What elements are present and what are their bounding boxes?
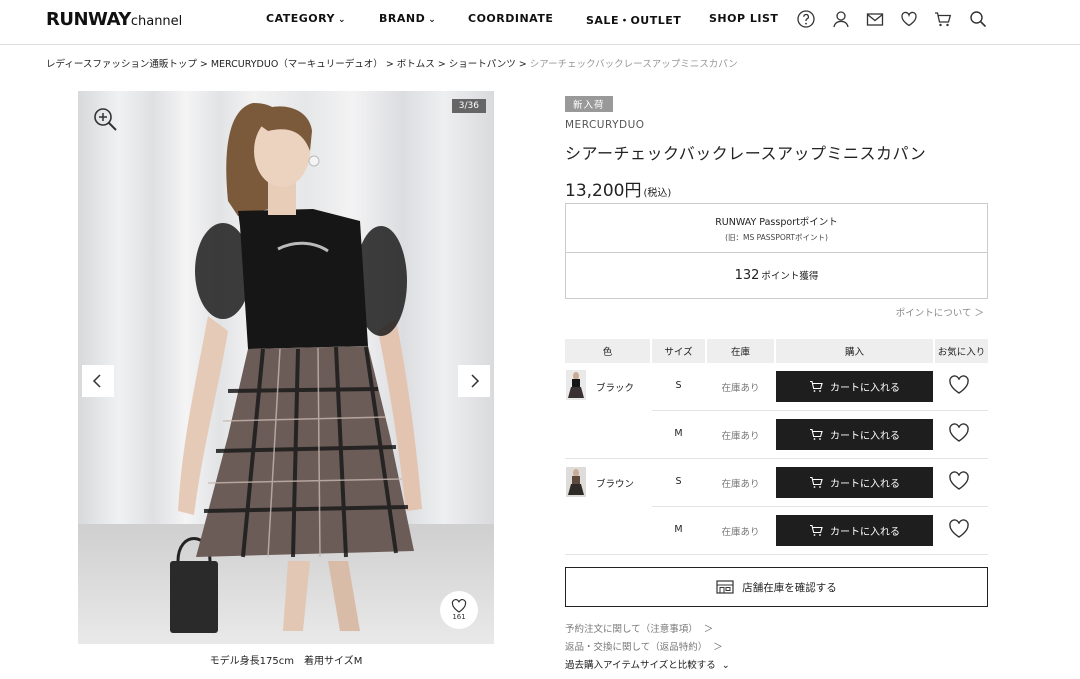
cart-icon — [810, 524, 823, 536]
cart-icon[interactable] — [933, 9, 953, 29]
col-buy: 購入 — [776, 339, 933, 363]
chevron-left-icon — [92, 374, 101, 388]
breadcrumb-shorts[interactable]: ショートパンツ — [449, 59, 516, 70]
product-title: シアーチェックバックレースアップミニスカパン — [565, 144, 927, 163]
cart-icon — [810, 428, 823, 440]
stock-status: 在庫あり — [721, 479, 760, 490]
model-caption: モデル身長175cm 着用サイズM — [209, 656, 363, 667]
add-to-cart-button[interactable]: カートに入れる — [776, 515, 933, 546]
add-to-cart-button[interactable]: カートに入れる — [776, 419, 933, 450]
user-icon[interactable] — [831, 9, 851, 29]
tax-note: (税込) — [643, 188, 672, 199]
points-box: RUNWAY Passportポイント (旧：MS PASSPORTポイント) … — [565, 203, 988, 299]
cart-icon — [810, 380, 823, 392]
prev-image-button[interactable] — [82, 365, 114, 397]
compare-size-link[interactable]: 過去購入アイテムサイズと比較する ⌄ — [565, 657, 730, 671]
mail-icon[interactable] — [865, 9, 885, 29]
color-swatch-black[interactable] — [566, 370, 586, 400]
favorite-heart-button[interactable] — [948, 423, 972, 445]
store-icon — [716, 580, 734, 594]
color-label-black: ブラック — [596, 383, 635, 394]
stock-status: 在庫あり — [721, 527, 760, 538]
points-about-link[interactable]: ポイントについて ＞ — [800, 305, 984, 319]
size-value: S — [675, 380, 682, 391]
points-earned: 132 ポイント獲得 — [734, 268, 819, 283]
brand-link[interactable]: MERCURYDUO — [565, 119, 645, 131]
row-divider — [565, 458, 988, 459]
add-to-cart-button[interactable]: カートに入れる — [776, 371, 933, 402]
product-image[interactable]: 3/36 161 — [78, 91, 494, 644]
stock-status: 在庫あり — [721, 431, 760, 442]
chevron-right-icon — [471, 374, 480, 388]
breadcrumb: レディースファッション通販トップ > MERCURYDUO（マーキュリーデュオ） > ボ… — [46, 59, 738, 70]
col-stock: 在庫 — [707, 339, 774, 363]
image-counter: 3/36 — [451, 99, 486, 113]
next-image-button[interactable] — [458, 365, 490, 397]
col-color: 色 — [565, 339, 650, 363]
row-divider — [652, 410, 988, 411]
favorite-button[interactable]: 161 — [440, 591, 478, 629]
row-divider — [652, 506, 988, 507]
help-icon[interactable] — [796, 9, 816, 29]
nav-coordinate[interactable]: COORDINATE — [468, 12, 553, 25]
site-logo[interactable]: RUNWAYchannel — [46, 9, 182, 30]
search-icon[interactable] — [968, 9, 988, 29]
col-favorite: お気に入り — [935, 339, 988, 363]
favorite-heart-button[interactable] — [948, 471, 972, 493]
color-swatch-brown[interactable] — [566, 467, 586, 497]
favorite-count: 161 — [452, 613, 466, 621]
cart-icon — [810, 476, 823, 488]
nav-shop-list[interactable]: SHOP LIST — [709, 12, 778, 25]
favorite-heart-button[interactable] — [948, 375, 972, 397]
breadcrumb-brand[interactable]: MERCURYDUO（マーキュリーデュオ） — [211, 59, 383, 70]
product-price: 13,200円 (税込) — [565, 181, 672, 201]
heart-icon — [451, 599, 467, 613]
points-subtitle: (旧：MS PASSPORTポイント) — [725, 233, 828, 242]
model-photo — [170, 103, 422, 633]
size-value: M — [674, 428, 683, 439]
heart-icon — [949, 471, 969, 490]
reservation-notes-link[interactable]: 予約注文に関して（注意事項）＞ — [565, 621, 713, 635]
col-size: サイズ — [652, 339, 705, 363]
chevron-down-icon: ⌄ — [428, 15, 437, 25]
heart-icon — [949, 375, 969, 394]
breadcrumb-top[interactable]: レディースファッション通販トップ — [46, 59, 197, 70]
nav-category[interactable]: CATEGORY ⌄ — [266, 12, 346, 25]
heart-icon — [949, 423, 969, 442]
size-value: S — [675, 476, 682, 487]
breadcrumb-bottoms[interactable]: ボトムス — [397, 59, 435, 70]
stock-status: 在庫あり — [721, 383, 760, 394]
add-to-cart-button[interactable]: カートに入れる — [776, 467, 933, 498]
breadcrumb-current: シアーチェックバックレースアップミニスカパン — [529, 59, 738, 70]
return-policy-link[interactable]: 返品・交換に関して（返品特約）＞ — [565, 639, 723, 653]
new-arrival-badge: 新入荷 — [565, 96, 613, 112]
chevron-down-icon: ⌄ — [337, 15, 347, 25]
heart-icon — [949, 519, 969, 538]
site-header: RUNWAYchannel CATEGORY ⌄ BRAND ⌄ COORDINAT… — [0, 0, 1080, 45]
nav-sale-outlet[interactable]: SALE・OUTLET — [586, 12, 681, 28]
check-store-stock-button[interactable]: 店舗在庫を確認する — [565, 567, 988, 607]
color-label-brown: ブラウン — [596, 479, 635, 490]
zoom-icon[interactable] — [91, 105, 119, 133]
points-title: RUNWAY Passportポイント — [715, 217, 838, 228]
size-value: M — [674, 524, 683, 535]
chevron-down-icon: ⌄ — [721, 660, 730, 671]
nav-brand[interactable]: BRAND ⌄ — [379, 12, 436, 25]
row-divider — [565, 554, 988, 555]
favorite-heart-button[interactable] — [948, 519, 972, 541]
heart-icon[interactable] — [899, 9, 919, 29]
